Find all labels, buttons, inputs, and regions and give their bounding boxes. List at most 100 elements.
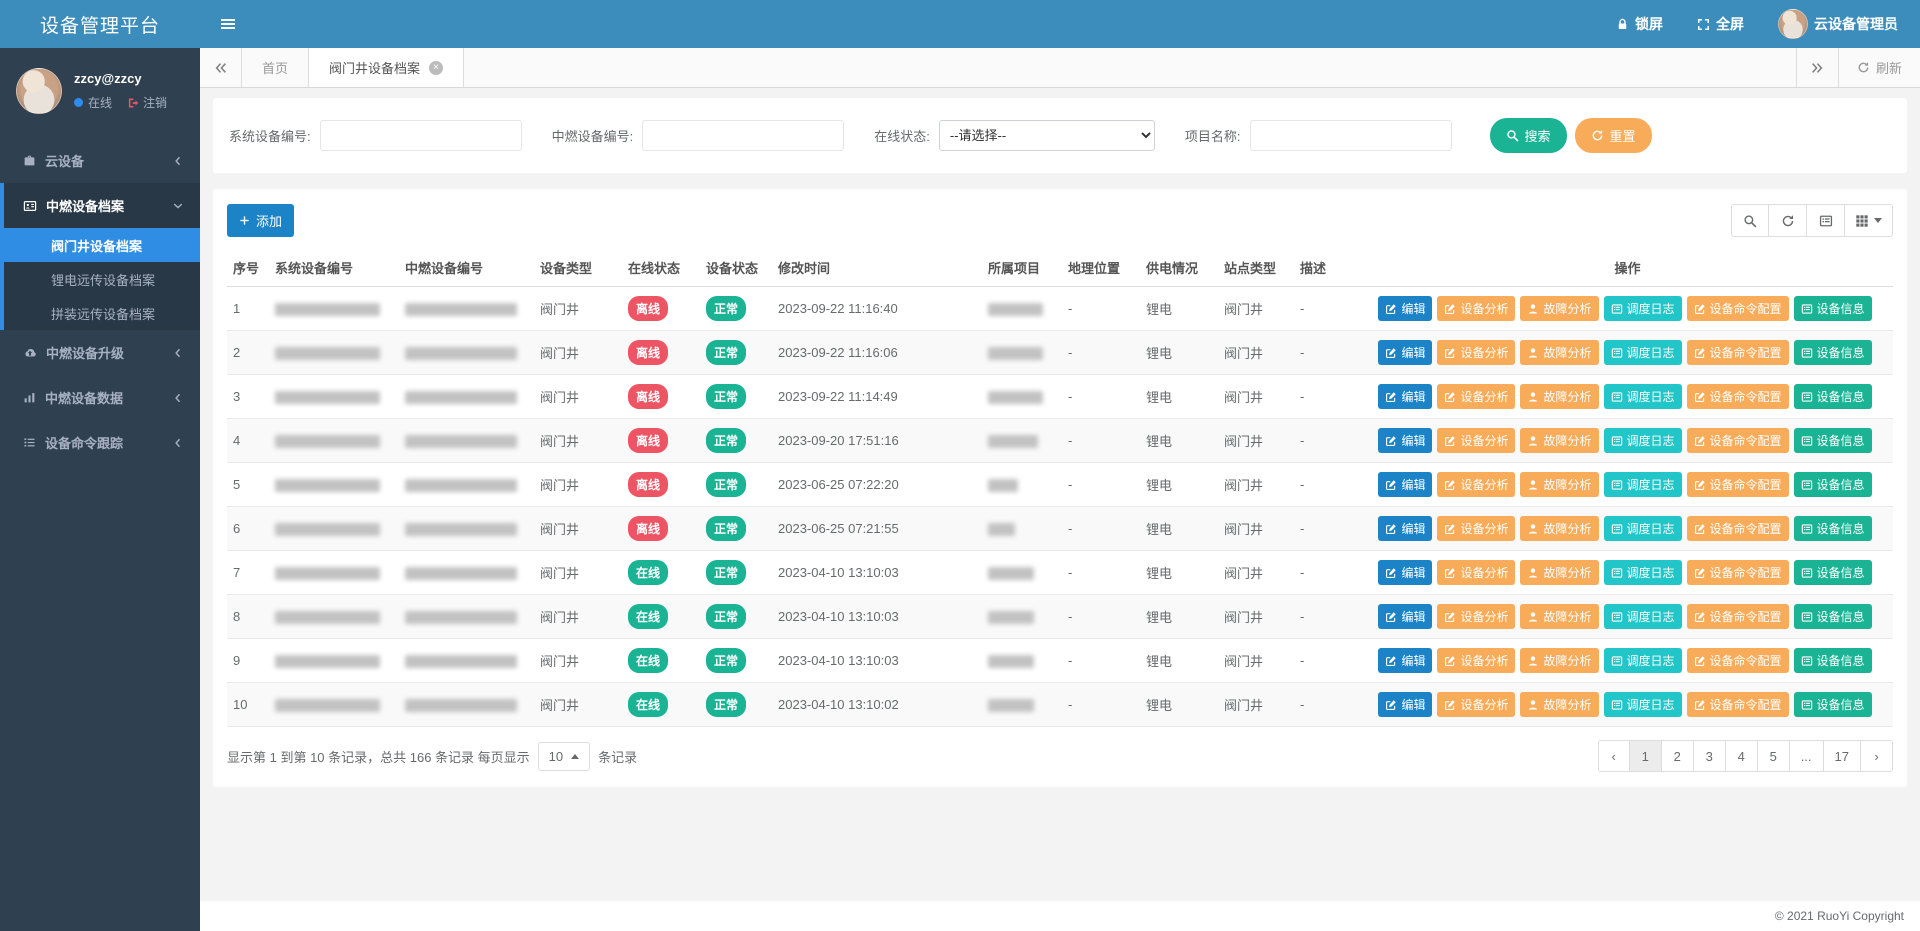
action-button-4[interactable]: 设备命令配置 bbox=[1687, 340, 1789, 365]
action-button-0[interactable]: 编辑 bbox=[1378, 384, 1432, 409]
action-button-0[interactable]: 编辑 bbox=[1378, 604, 1432, 629]
page-button-5[interactable]: 5 bbox=[1758, 740, 1790, 772]
project-name-input[interactable] bbox=[1250, 120, 1452, 151]
table-detail-view-button[interactable] bbox=[1807, 204, 1845, 237]
online-status-select[interactable]: --请选择-- bbox=[939, 120, 1155, 151]
action-button-1[interactable]: 设备分析 bbox=[1437, 340, 1515, 365]
action-button-3[interactable]: 调度日志 bbox=[1604, 604, 1682, 629]
action-button-2[interactable]: 故障分析 bbox=[1520, 472, 1598, 497]
action-button-2[interactable]: 故障分析 bbox=[1520, 692, 1598, 717]
action-button-5[interactable]: 设备信息 bbox=[1794, 340, 1872, 365]
sidebar-item-device-command-track[interactable]: 设备命令跟踪 bbox=[0, 420, 200, 465]
action-button-5[interactable]: 设备信息 bbox=[1794, 648, 1872, 673]
action-button-3[interactable]: 调度日志 bbox=[1604, 384, 1682, 409]
action-button-4[interactable]: 设备命令配置 bbox=[1687, 472, 1789, 497]
action-button-5[interactable]: 设备信息 bbox=[1794, 472, 1872, 497]
page-button-4[interactable]: 4 bbox=[1726, 740, 1758, 772]
page-button-1[interactable]: 1 bbox=[1630, 740, 1662, 772]
action-button-1[interactable]: 设备分析 bbox=[1437, 516, 1515, 541]
action-button-3[interactable]: 调度日志 bbox=[1604, 560, 1682, 585]
action-button-5[interactable]: 设备信息 bbox=[1794, 428, 1872, 453]
action-button-2[interactable]: 故障分析 bbox=[1520, 428, 1598, 453]
page-size-dropdown[interactable]: 10 bbox=[538, 742, 590, 771]
action-button-4[interactable]: 设备命令配置 bbox=[1687, 692, 1789, 717]
action-button-3[interactable]: 调度日志 bbox=[1604, 472, 1682, 497]
action-button-3[interactable]: 调度日志 bbox=[1604, 648, 1682, 673]
action-button-5[interactable]: 设备信息 bbox=[1794, 692, 1872, 717]
table-refresh-button[interactable] bbox=[1769, 204, 1807, 237]
action-button-3[interactable]: 调度日志 bbox=[1604, 296, 1682, 321]
action-button-1[interactable]: 设备分析 bbox=[1437, 648, 1515, 673]
close-icon[interactable]: × bbox=[429, 61, 443, 75]
action-button-4[interactable]: 设备命令配置 bbox=[1687, 560, 1789, 585]
action-button-0[interactable]: 编辑 bbox=[1378, 692, 1432, 717]
action-button-0[interactable]: 编辑 bbox=[1378, 648, 1432, 673]
sidebar-toggle-button[interactable] bbox=[220, 16, 236, 32]
add-button[interactable]: 添加 bbox=[227, 204, 294, 237]
action-button-4[interactable]: 设备命令配置 bbox=[1687, 604, 1789, 629]
action-button-2[interactable]: 故障分析 bbox=[1520, 604, 1598, 629]
page-button-3[interactable]: 3 bbox=[1694, 740, 1726, 772]
action-button-4[interactable]: 设备命令配置 bbox=[1687, 296, 1789, 321]
action-button-3[interactable]: 调度日志 bbox=[1604, 340, 1682, 365]
action-button-1[interactable]: 设备分析 bbox=[1437, 384, 1515, 409]
action-button-5[interactable]: 设备信息 bbox=[1794, 560, 1872, 585]
action-button-0[interactable]: 编辑 bbox=[1378, 516, 1432, 541]
sidebar-subitem-zr-device-archive-0[interactable]: 阀门井设备档案 bbox=[4, 228, 200, 262]
action-button-4[interactable]: 设备命令配置 bbox=[1687, 516, 1789, 541]
refresh-tab-button[interactable]: 刷新 bbox=[1838, 48, 1920, 87]
action-button-0[interactable]: 编辑 bbox=[1378, 560, 1432, 585]
action-button-5[interactable]: 设备信息 bbox=[1794, 604, 1872, 629]
prev-page-button[interactable]: ‹ bbox=[1598, 740, 1630, 772]
search-button[interactable]: 搜索 bbox=[1490, 118, 1567, 153]
action-button-2[interactable]: 故障分析 bbox=[1520, 296, 1598, 321]
logout-link[interactable]: 注销 bbox=[127, 94, 167, 111]
page-button-2[interactable]: 2 bbox=[1662, 740, 1694, 772]
log-icon bbox=[1611, 479, 1623, 491]
sidebar-item-zr-device-archive[interactable]: 中燃设备档案 bbox=[4, 183, 200, 228]
action-button-3[interactable]: 调度日志 bbox=[1604, 692, 1682, 717]
tab-0[interactable]: 首页 bbox=[242, 48, 309, 87]
action-button-1[interactable]: 设备分析 bbox=[1437, 604, 1515, 629]
page-button-17[interactable]: 17 bbox=[1824, 740, 1861, 772]
action-button-2[interactable]: 故障分析 bbox=[1520, 516, 1598, 541]
action-button-2[interactable]: 故障分析 bbox=[1520, 648, 1598, 673]
reset-button[interactable]: 重置 bbox=[1575, 118, 1652, 153]
action-button-1[interactable]: 设备分析 bbox=[1437, 560, 1515, 585]
action-button-4[interactable]: 设备命令配置 bbox=[1687, 428, 1789, 453]
action-button-1[interactable]: 设备分析 bbox=[1437, 472, 1515, 497]
sidebar-item-cloud-device[interactable]: 云设备 bbox=[0, 138, 200, 183]
next-page-button[interactable]: › bbox=[1861, 740, 1893, 772]
lock-screen-button[interactable]: 锁屏 bbox=[1616, 14, 1663, 34]
table-search-toggle-button[interactable] bbox=[1731, 204, 1769, 237]
zr-device-no-input[interactable] bbox=[642, 120, 844, 151]
action-button-2[interactable]: 故障分析 bbox=[1520, 560, 1598, 585]
system-device-no-input[interactable] bbox=[320, 120, 522, 151]
tabs-scroll-left-button[interactable] bbox=[200, 48, 242, 87]
action-button-1[interactable]: 设备分析 bbox=[1437, 428, 1515, 453]
action-button-0[interactable]: 编辑 bbox=[1378, 472, 1432, 497]
sidebar-item-zr-device-data[interactable]: 中燃设备数据 bbox=[0, 375, 200, 420]
sidebar-subitem-zr-device-archive-1[interactable]: 锂电远传设备档案 bbox=[4, 262, 200, 296]
action-button-2[interactable]: 故障分析 bbox=[1520, 340, 1598, 365]
admin-user-menu[interactable]: 云设备管理员 bbox=[1778, 9, 1898, 39]
sidebar-subitem-zr-device-archive-2[interactable]: 拼装远传设备档案 bbox=[4, 296, 200, 330]
action-button-5[interactable]: 设备信息 bbox=[1794, 296, 1872, 321]
action-button-4[interactable]: 设备命令配置 bbox=[1687, 384, 1789, 409]
action-button-3[interactable]: 调度日志 bbox=[1604, 428, 1682, 453]
action-button-4[interactable]: 设备命令配置 bbox=[1687, 648, 1789, 673]
action-button-2[interactable]: 故障分析 bbox=[1520, 384, 1598, 409]
action-button-0[interactable]: 编辑 bbox=[1378, 296, 1432, 321]
action-button-3[interactable]: 调度日志 bbox=[1604, 516, 1682, 541]
action-button-0[interactable]: 编辑 bbox=[1378, 428, 1432, 453]
tab-1[interactable]: 阀门井设备档案× bbox=[309, 48, 464, 87]
sidebar-item-zr-device-upgrade[interactable]: 中燃设备升级 bbox=[0, 330, 200, 375]
action-button-1[interactable]: 设备分析 bbox=[1437, 296, 1515, 321]
table-columns-button[interactable] bbox=[1845, 204, 1893, 237]
fullscreen-button[interactable]: 全屏 bbox=[1697, 14, 1744, 34]
action-button-5[interactable]: 设备信息 bbox=[1794, 384, 1872, 409]
action-button-5[interactable]: 设备信息 bbox=[1794, 516, 1872, 541]
action-button-1[interactable]: 设备分析 bbox=[1437, 692, 1515, 717]
action-button-0[interactable]: 编辑 bbox=[1378, 340, 1432, 365]
tabs-scroll-right-button[interactable] bbox=[1796, 48, 1838, 87]
